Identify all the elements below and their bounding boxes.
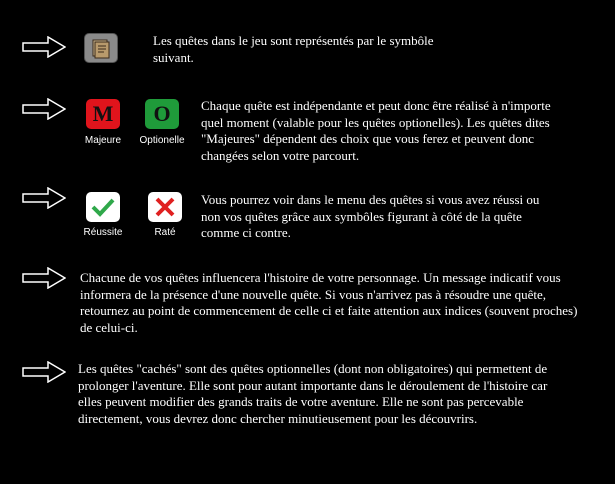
success-label: Réussite xyxy=(83,227,123,238)
arrow-right-icon xyxy=(22,361,66,383)
section-text: Les quêtes "cachés" sont des quêtes opti… xyxy=(78,361,548,426)
section-text: Vous pourrez voir dans le menu des quête… xyxy=(201,192,540,240)
failed-label: Raté xyxy=(154,227,176,238)
section-text: Les quêtes dans le jeu sont représentés … xyxy=(153,33,434,65)
arrow-right-icon xyxy=(22,267,66,289)
optional-quest-label: Optionelle xyxy=(139,135,185,146)
optional-quest-icon: O xyxy=(145,99,179,129)
quest-scroll-icon xyxy=(84,33,118,63)
cross-icon xyxy=(148,192,182,222)
section-text: Chaque quête est indépendante et peut do… xyxy=(201,98,551,163)
major-quest-icon: M xyxy=(86,99,120,129)
arrow-right-icon xyxy=(22,98,66,120)
arrow-right-icon xyxy=(22,36,66,58)
section-text: Chacune de vos quêtes influencera l'hist… xyxy=(80,270,578,335)
major-quest-label: Majeure xyxy=(84,135,122,146)
arrow-right-icon xyxy=(22,187,66,209)
checkmark-icon xyxy=(86,192,120,222)
